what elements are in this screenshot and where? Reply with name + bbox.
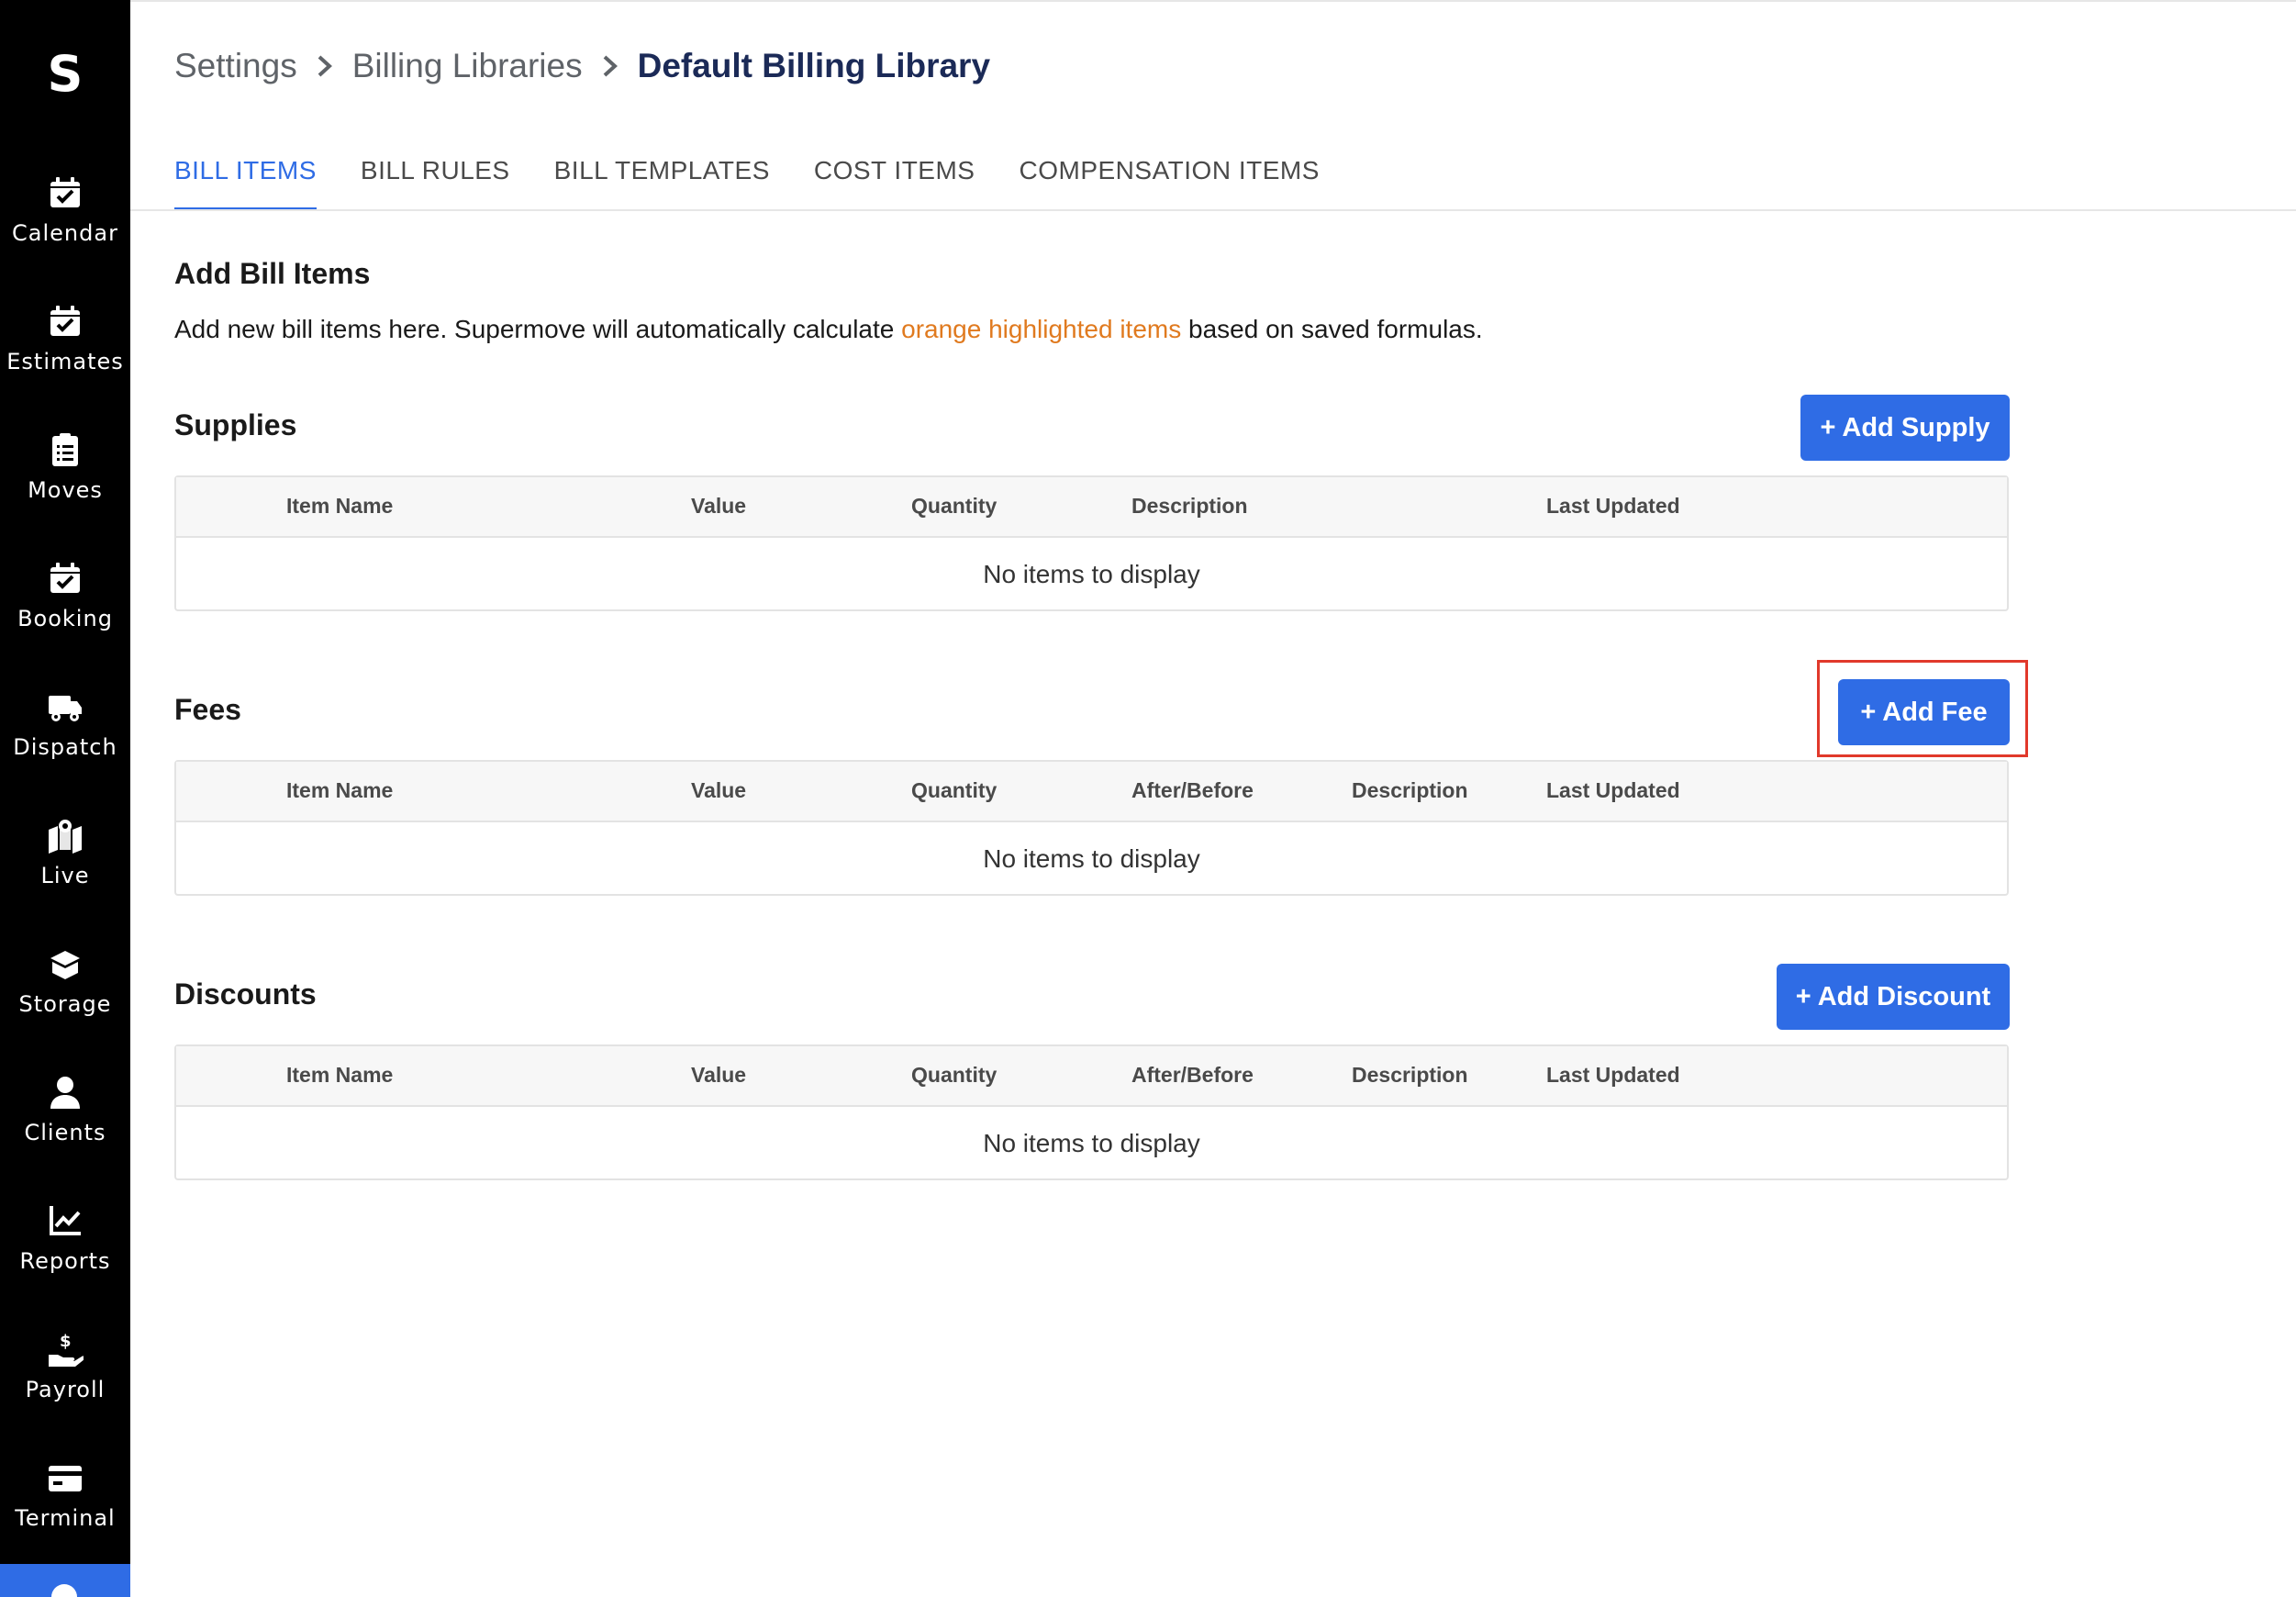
sidebar-item-booking[interactable]: Booking <box>0 558 130 668</box>
clipboard-list-icon <box>45 430 85 470</box>
discounts-table: Item Name Value Quantity After/Before De… <box>174 1044 2009 1180</box>
sidebar-item-label: Storage <box>18 991 112 1017</box>
sidebar: S Calendar Estimates Moves Booking Dispa… <box>0 0 130 1597</box>
sidebar-item-calendar[interactable]: Calendar <box>0 173 130 283</box>
tab-bar: BILL ITEMS BILL RULES BILL TEMPLATES COS… <box>174 149 1320 211</box>
page-description: Add new bill items here. Supermove will … <box>174 315 1483 344</box>
sidebar-item-label: Calendar <box>12 220 118 246</box>
column-header[interactable]: Description <box>1131 494 1248 519</box>
logo[interactable]: S <box>0 37 130 110</box>
sidebar-item-label: Reports <box>19 1248 111 1274</box>
calendar-check-icon <box>45 173 85 213</box>
empty-message: No items to display <box>983 1129 1200 1157</box>
box-open-icon <box>45 944 85 984</box>
table-header: Item Name Value Quantity Description Las… <box>176 477 2007 538</box>
column-header[interactable]: Last Updated <box>1546 778 1680 803</box>
description-text: Add new bill items here. Supermove will … <box>174 315 902 343</box>
column-header[interactable]: Description <box>1352 1063 1468 1088</box>
empty-message: No items to display <box>983 560 1200 588</box>
sidebar-item-storage[interactable]: Storage <box>0 944 130 1054</box>
tab-compensation-items[interactable]: COMPENSATION ITEMS <box>1020 149 1320 211</box>
sidebar-item-label: Booking <box>17 606 113 631</box>
tab-bill-templates[interactable]: BILL TEMPLATES <box>554 149 770 211</box>
sidebar-item-reports[interactable]: Reports <box>0 1201 130 1311</box>
sidebar-item-label: Live <box>40 863 90 888</box>
description-highlight: orange highlighted items <box>901 315 1182 343</box>
supplies-title: Supplies <box>174 408 297 441</box>
supplies-table: Item Name Value Quantity Description Las… <box>174 475 2009 611</box>
fees-table: Item Name Value Quantity After/Before De… <box>174 760 2009 896</box>
gear-icon <box>51 1584 77 1597</box>
column-header[interactable]: Last Updated <box>1546 1063 1680 1088</box>
breadcrumb: Settings Billing Libraries Default Billi… <box>174 40 990 92</box>
column-header[interactable]: Item Name <box>286 494 393 519</box>
column-header[interactable]: Item Name <box>286 1063 393 1088</box>
breadcrumb-settings[interactable]: Settings <box>174 47 297 85</box>
table-header: Item Name Value Quantity After/Before De… <box>176 762 2007 822</box>
svg-text:$: $ <box>60 1332 72 1351</box>
sidebar-item-dispatch[interactable]: Dispatch <box>0 687 130 797</box>
user-icon <box>45 1072 85 1112</box>
column-header[interactable]: Quantity <box>911 1063 997 1088</box>
chart-line-icon <box>45 1201 85 1241</box>
sidebar-item-payroll[interactable]: $ Payroll <box>0 1329 130 1439</box>
calendar-check-icon <box>45 558 85 598</box>
calendar-check-icon <box>45 301 85 341</box>
column-header[interactable]: Value <box>691 778 746 803</box>
sidebar-item-label: Estimates <box>6 349 124 374</box>
sidebar-item-label: Terminal <box>15 1505 116 1531</box>
add-fee-button[interactable]: + Add Fee <box>1838 679 2010 745</box>
sidebar-item-estimates[interactable]: Estimates <box>0 301 130 411</box>
tab-cost-items[interactable]: COST ITEMS <box>814 149 975 211</box>
chevron-right-icon <box>583 54 638 78</box>
page-title: Add Bill Items <box>174 257 371 290</box>
tab-bill-rules[interactable]: BILL RULES <box>361 149 510 211</box>
sidebar-item-terminal[interactable]: Terminal <box>0 1457 130 1568</box>
column-header[interactable]: Quantity <box>911 494 997 519</box>
breadcrumb-current: Default Billing Library <box>637 47 991 84</box>
sidebar-item-label: Payroll <box>25 1377 106 1402</box>
hand-dollar-icon: $ <box>45 1329 85 1369</box>
sidebar-item-clients[interactable]: Clients <box>0 1072 130 1182</box>
breadcrumb-billing-libraries[interactable]: Billing Libraries <box>352 47 583 85</box>
description-text: based on saved formulas. <box>1181 315 1483 343</box>
tab-bill-items[interactable]: BILL ITEMS <box>174 149 317 211</box>
credit-card-icon <box>45 1457 85 1498</box>
chevron-right-icon <box>297 54 352 78</box>
discounts-title: Discounts <box>174 977 317 1011</box>
map-marker-icon <box>45 815 85 855</box>
top-divider <box>130 0 2296 2</box>
column-header[interactable]: After/Before <box>1131 1063 1254 1088</box>
sidebar-item-label: Moves <box>28 477 103 503</box>
tabs-divider <box>130 209 2296 211</box>
fees-title: Fees <box>174 693 241 726</box>
empty-message: No items to display <box>983 844 1200 873</box>
sidebar-item-settings[interactable] <box>0 1564 130 1597</box>
sidebar-item-live[interactable]: Live <box>0 815 130 925</box>
column-header[interactable]: After/Before <box>1131 778 1254 803</box>
add-discount-button[interactable]: + Add Discount <box>1777 964 2010 1030</box>
column-header[interactable]: Item Name <box>286 778 393 803</box>
table-header: Item Name Value Quantity After/Before De… <box>176 1046 2007 1107</box>
truck-icon <box>45 687 85 727</box>
column-header[interactable]: Value <box>691 494 746 519</box>
sidebar-item-label: Clients <box>24 1120 106 1145</box>
column-header[interactable]: Description <box>1352 778 1468 803</box>
add-supply-button[interactable]: + Add Supply <box>1800 395 2010 461</box>
column-header[interactable]: Quantity <box>911 778 997 803</box>
column-header[interactable]: Value <box>691 1063 746 1088</box>
sidebar-item-moves[interactable]: Moves <box>0 430 130 540</box>
column-header[interactable]: Last Updated <box>1546 494 1680 519</box>
sidebar-item-label: Dispatch <box>13 734 117 760</box>
